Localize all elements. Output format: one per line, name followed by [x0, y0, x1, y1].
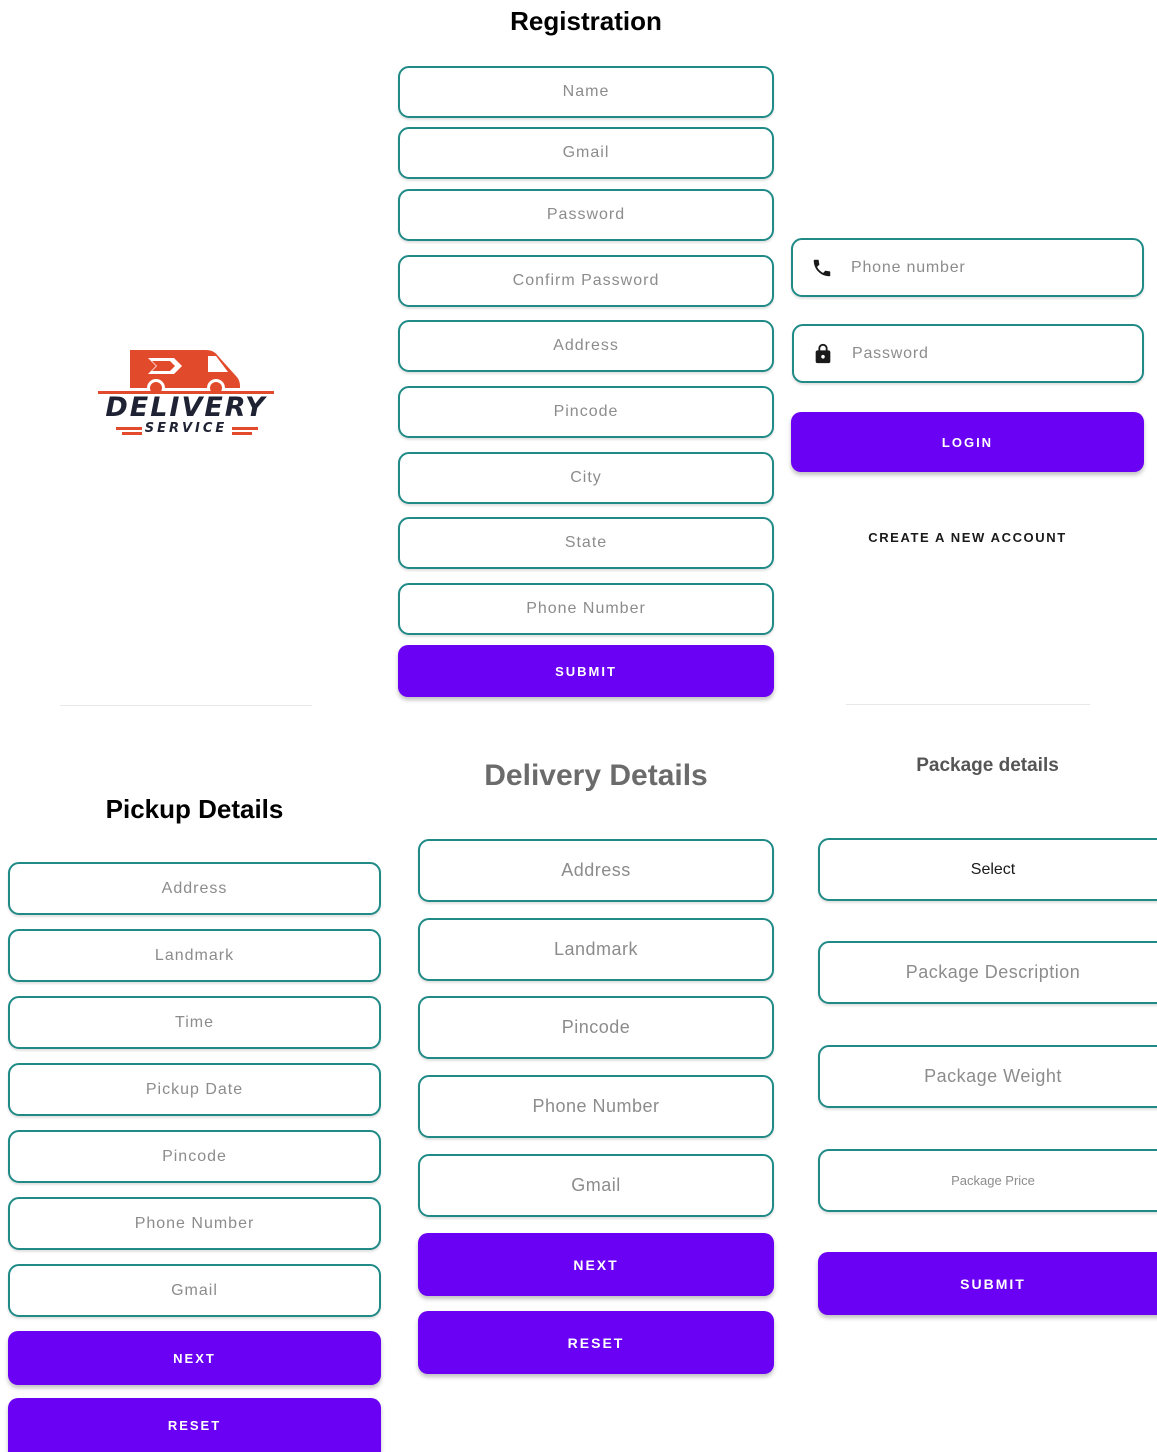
- package-weight-field[interactable]: Package Weight: [818, 1045, 1157, 1108]
- delivery-gmail-field[interactable]: Gmail: [418, 1154, 774, 1217]
- package-submit-button[interactable]: SUBMIT: [818, 1252, 1157, 1315]
- registration-submit-button[interactable]: SUBMIT: [398, 645, 774, 697]
- delivery-reset-button[interactable]: RESET: [418, 1311, 774, 1374]
- address-field[interactable]: Address: [398, 320, 774, 372]
- pincode-field[interactable]: Pincode: [398, 386, 774, 438]
- phone-icon: [811, 257, 833, 279]
- pickup-reset-button[interactable]: RESET: [8, 1398, 381, 1452]
- delivery-phone-number-field[interactable]: Phone Number: [418, 1075, 774, 1138]
- pickup-title: Pickup Details: [105, 794, 284, 824]
- city-field[interactable]: City: [398, 452, 774, 504]
- pickup-next-button[interactable]: NEXT: [8, 1331, 381, 1385]
- confirm-password-field[interactable]: Confirm Password: [398, 255, 774, 307]
- state-field[interactable]: State: [398, 517, 774, 569]
- package-title: Package details: [916, 755, 1059, 776]
- package-description-field[interactable]: Package Description: [818, 941, 1157, 1004]
- gmail-field[interactable]: Gmail: [398, 127, 774, 179]
- login-button[interactable]: LOGIN: [791, 412, 1144, 472]
- pickup-landmark-field[interactable]: Landmark: [8, 929, 381, 982]
- divider-left: [60, 705, 312, 706]
- login-password-field[interactable]: Password: [792, 324, 1144, 383]
- delivery-address-field[interactable]: Address: [418, 839, 774, 902]
- pickup-time-field[interactable]: Time: [8, 996, 381, 1049]
- logo-subtitle: SERVICE: [144, 421, 228, 436]
- divider-right: [846, 704, 1090, 705]
- password-field[interactable]: Password: [398, 189, 774, 241]
- login-phone-field[interactable]: Phone number: [791, 238, 1144, 297]
- logo-title: DELIVERY: [105, 392, 267, 423]
- delivery-next-button[interactable]: NEXT: [418, 1233, 774, 1296]
- package-type-select[interactable]: Select: [818, 838, 1157, 901]
- name-field[interactable]: Name: [398, 66, 774, 118]
- delivery-service-logo: DELIVERY SERVICE: [96, 342, 276, 438]
- delivery-landmark-field[interactable]: Landmark: [418, 918, 774, 981]
- login-phone-placeholder: Phone number: [851, 258, 966, 276]
- phone-number-field[interactable]: Phone Number: [398, 583, 774, 635]
- pickup-gmail-field[interactable]: Gmail: [8, 1264, 381, 1317]
- registration-title: Registration: [510, 6, 662, 36]
- lock-icon: [812, 343, 834, 365]
- login-password-placeholder: Password: [852, 344, 929, 362]
- pickup-date-field[interactable]: Pickup Date: [8, 1063, 381, 1116]
- delivery-title: Delivery Details: [484, 759, 708, 792]
- pickup-phone-number-field[interactable]: Phone Number: [8, 1197, 381, 1250]
- create-account-link[interactable]: CREATE A NEW ACCOUNT: [791, 530, 1144, 545]
- pickup-address-field[interactable]: Address: [8, 862, 381, 915]
- package-price-field[interactable]: Package Price: [818, 1149, 1157, 1212]
- pickup-pincode-field[interactable]: Pincode: [8, 1130, 381, 1183]
- delivery-pincode-field[interactable]: Pincode: [418, 996, 774, 1059]
